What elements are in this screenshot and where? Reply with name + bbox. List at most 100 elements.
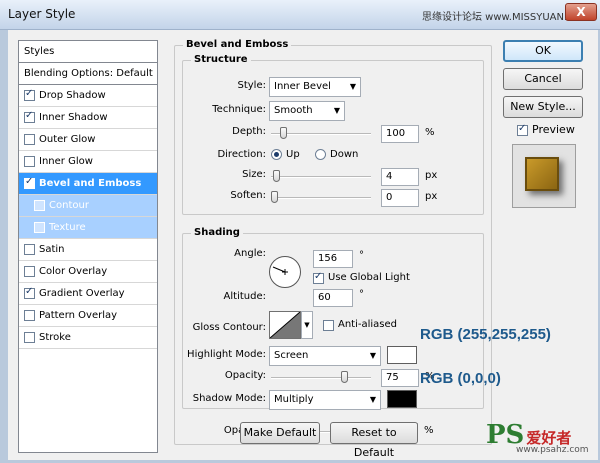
ps-logo-url: www.psahz.com	[516, 445, 589, 455]
style-item-label: Inner Shadow	[39, 112, 108, 123]
style-checkbox[interactable]	[24, 88, 35, 101]
style-checkbox[interactable]	[24, 176, 35, 189]
soften-unit: px	[425, 191, 438, 202]
soften-slider-track[interactable]	[271, 197, 371, 199]
style-item-label: Satin	[39, 244, 65, 255]
size-unit: px	[425, 170, 438, 181]
style-item-inner-shadow[interactable]: Inner Shadow	[19, 107, 157, 129]
style-item-gradient-overlay[interactable]: Gradient Overlay	[19, 283, 157, 305]
style-value: Inner Bevel	[274, 81, 331, 92]
angle-unit: °	[359, 250, 364, 261]
ok-button[interactable]: OK	[503, 40, 583, 62]
style-checkbox[interactable]	[24, 110, 35, 123]
angle-crosshair-icon	[272, 266, 288, 275]
preview-label[interactable]: Preview	[532, 123, 575, 136]
highlight-mode-dropdown[interactable]: Screen ▼	[269, 346, 381, 366]
reset-default-button[interactable]: Reset to Default	[330, 422, 418, 459]
cancel-button[interactable]: Cancel	[503, 68, 583, 90]
highlight-opacity-track[interactable]	[271, 377, 371, 379]
highlight-mode-label: Highlight Mode:	[187, 349, 266, 360]
shadow-color-swatch[interactable]	[387, 390, 417, 408]
style-checkbox[interactable]	[24, 134, 35, 145]
style-dropdown[interactable]: Inner Bevel ▼	[269, 77, 361, 97]
highlight-opacity-input[interactable]: 75	[381, 369, 419, 387]
size-slider-track[interactable]	[271, 176, 371, 178]
structure-group: Structure Style: Inner Bevel ▼ Technique…	[182, 54, 484, 215]
style-label: Style:	[237, 80, 267, 91]
altitude-unit: °	[359, 289, 364, 300]
chevron-down-icon: ▼	[333, 106, 340, 115]
new-style-button[interactable]: New Style...	[503, 96, 583, 118]
altitude-input[interactable]: 60	[313, 289, 353, 307]
highlight-opacity-label: Opacity:	[224, 370, 266, 381]
technique-dropdown[interactable]: Smooth ▼	[269, 101, 345, 121]
direction-down-radio[interactable]	[315, 149, 326, 160]
depth-slider-thumb[interactable]	[280, 127, 288, 139]
style-item-drop-shadow[interactable]: Drop Shadow	[19, 85, 157, 107]
highlight-color-swatch[interactable]	[387, 346, 417, 364]
angle-input[interactable]: 156	[313, 250, 353, 268]
styles-list: Styles Blending Options: Default Drop Sh…	[18, 40, 158, 453]
anti-aliased-label[interactable]: Anti-aliased	[338, 319, 397, 330]
soften-slider-thumb[interactable]	[271, 191, 278, 203]
gloss-contour-preview[interactable]	[269, 311, 301, 339]
size-label: Size:	[242, 169, 266, 180]
direction-up-label[interactable]: Up	[286, 149, 300, 160]
global-light-checkbox[interactable]	[313, 271, 324, 284]
style-item-pattern-overlay[interactable]: Pattern Overlay	[19, 305, 157, 327]
angle-dial[interactable]	[269, 256, 301, 288]
style-item-label: Drop Shadow	[39, 90, 106, 101]
depth-unit: %	[425, 127, 435, 138]
shadow-mode-label: Shadow Mode:	[192, 393, 266, 404]
preview-checkbox[interactable]	[517, 123, 528, 136]
direction-up-radio[interactable]	[271, 149, 282, 160]
technique-label: Technique:	[212, 104, 266, 115]
style-item-label: Stroke	[39, 332, 71, 343]
direction-down-label[interactable]: Down	[330, 149, 358, 160]
highlight-rgb-annotation: RGB (255,255,255)	[420, 326, 551, 343]
style-item-stroke[interactable]: Stroke	[19, 327, 157, 349]
blending-options-item[interactable]: Blending Options: Default	[19, 63, 157, 85]
style-item-inner-glow[interactable]: Inner Glow	[19, 151, 157, 173]
style-item-label: Outer Glow	[39, 134, 96, 145]
style-checkbox[interactable]	[24, 244, 35, 255]
make-default-button[interactable]: Make Default	[240, 422, 320, 444]
style-checkbox[interactable]	[24, 266, 35, 277]
shadow-opacity-unit: %	[424, 425, 434, 436]
size-slider-thumb[interactable]	[272, 170, 280, 182]
depth-input[interactable]: 100	[381, 125, 419, 143]
global-light-label[interactable]: Use Global Light	[328, 272, 410, 283]
style-checkbox[interactable]	[24, 332, 35, 343]
technique-value: Smooth	[274, 105, 313, 116]
chevron-down-icon: ▼	[369, 351, 376, 360]
chevron-down-icon: ▼	[369, 395, 376, 404]
style-item-texture[interactable]: Texture	[19, 217, 157, 239]
style-checkbox[interactable]	[24, 310, 35, 321]
style-checkbox[interactable]	[34, 222, 45, 233]
style-checkbox[interactable]	[24, 286, 35, 299]
style-checkbox[interactable]	[34, 200, 45, 211]
style-item-bevel-and-emboss[interactable]: Bevel and Emboss	[19, 173, 157, 195]
bevel-emboss-title: Bevel and Emboss	[183, 39, 292, 50]
highlight-opacity-thumb[interactable]	[340, 371, 348, 383]
size-input[interactable]: 4	[381, 168, 419, 186]
chevron-down-icon: ▼	[304, 321, 310, 329]
direction-label: Direction:	[217, 149, 266, 160]
soften-input[interactable]: 0	[381, 189, 419, 207]
highlight-mode-value: Screen	[274, 350, 309, 361]
styles-header[interactable]: Styles	[19, 41, 157, 63]
style-item-label: Contour	[49, 200, 89, 211]
close-button[interactable]: X	[565, 3, 597, 21]
style-checkbox[interactable]	[24, 156, 35, 167]
style-item-satin[interactable]: Satin	[19, 239, 157, 261]
preview-swatch	[525, 157, 559, 191]
gloss-contour-dropdown[interactable]: ▼	[301, 311, 313, 339]
anti-aliased-checkbox[interactable]	[323, 320, 334, 331]
style-item-contour[interactable]: Contour	[19, 195, 157, 217]
style-item-color-overlay[interactable]: Color Overlay	[19, 261, 157, 283]
style-item-label: Pattern Overlay	[39, 310, 118, 321]
style-item-label: Inner Glow	[39, 156, 93, 167]
shadow-mode-dropdown[interactable]: Multiply ▼	[269, 390, 381, 410]
style-item-outer-glow[interactable]: Outer Glow	[19, 129, 157, 151]
shadow-mode-value: Multiply	[274, 394, 314, 405]
